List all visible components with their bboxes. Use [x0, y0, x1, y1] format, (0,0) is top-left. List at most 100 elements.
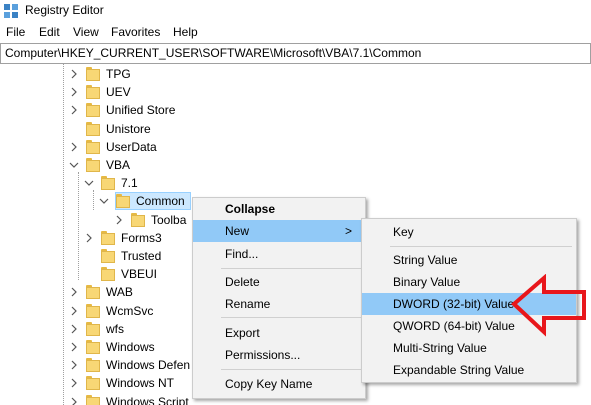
tree-node-label: Windows NT	[106, 376, 175, 391]
chevron-right-icon[interactable]	[69, 359, 79, 371]
tree-node-label: VBA	[106, 158, 131, 172]
submenu-item-string-value[interactable]: String Value	[362, 249, 576, 271]
menu-item-new[interactable]: New >	[193, 220, 365, 242]
tree-node-label: Unistore	[106, 121, 151, 136]
dword-value-label: DWORD (32-bit) Value	[393, 297, 515, 311]
delete-label: Delete	[225, 275, 260, 289]
submenu-item-expandable-string-value[interactable]: Expandable String Value	[362, 359, 576, 381]
multi-string-value-label: Multi-String Value	[393, 341, 487, 355]
chevron-right-icon[interactable]	[69, 104, 79, 116]
chevron-right-icon[interactable]	[69, 377, 79, 389]
chevron-right-icon[interactable]	[114, 214, 124, 226]
folder-icon	[101, 230, 115, 245]
chevron-right-icon[interactable]	[84, 232, 94, 244]
tree-node[interactable]: UEV	[0, 83, 591, 101]
menu-item-delete[interactable]: Delete	[193, 271, 365, 293]
tree-node[interactable]: TPG	[0, 65, 591, 83]
folder-icon	[86, 303, 100, 318]
folder-icon	[86, 85, 100, 100]
context-menu: Collapse New > Find... Delete Rename Exp…	[192, 197, 366, 399]
folder-icon	[86, 340, 100, 354]
menu-file[interactable]: File	[6, 25, 25, 39]
menu-favorites[interactable]: Favorites	[111, 25, 160, 39]
menu-item-find[interactable]: Find...	[193, 243, 365, 265]
tree-node-label: UEV	[106, 85, 131, 100]
submenu-arrow-icon: >	[345, 224, 353, 238]
address-path: Computer\HKEY_CURRENT_USER\SOFTWARE\Micr…	[5, 46, 422, 60]
tree-node-label: 7.1	[121, 176, 138, 191]
menu-help[interactable]: Help	[173, 25, 198, 39]
tree-node[interactable]: VBA	[0, 156, 591, 174]
string-value-label: String Value	[393, 253, 458, 267]
chevron-down-icon[interactable]	[69, 159, 79, 171]
folder-icon	[86, 67, 100, 81]
menu-item-collapse[interactable]: Collapse	[193, 198, 365, 220]
menu-view[interactable]: View	[73, 25, 99, 39]
tree-node-label: WAB	[106, 285, 133, 300]
tree-node-label: Trusted	[121, 249, 162, 263]
folder-icon	[86, 158, 100, 172]
chevron-right-icon[interactable]	[69, 341, 79, 353]
permissions-label: Permissions...	[225, 348, 301, 362]
tree-node-label: Unified Store	[106, 103, 176, 118]
key-label: Key	[393, 225, 414, 239]
menu-item-permissions[interactable]: Permissions...	[193, 344, 365, 366]
tree-node-label: Windows	[106, 340, 155, 354]
menu-edit[interactable]: Edit	[39, 25, 60, 39]
tree-node-label: Windows Defen	[106, 358, 191, 373]
menu-separator	[390, 246, 572, 247]
folder-icon	[86, 103, 100, 118]
folder-icon	[86, 321, 100, 336]
menu-item-export[interactable]: Export	[193, 322, 365, 344]
chevron-right-icon[interactable]	[69, 286, 79, 298]
binary-value-label: Binary Value	[393, 275, 461, 289]
window-title: Registry Editor	[25, 3, 104, 17]
tree-node[interactable]: Unistore	[0, 120, 591, 138]
chevron-right-icon[interactable]	[69, 68, 79, 80]
collapse-label: Collapse	[225, 202, 276, 216]
folder-icon	[86, 121, 100, 136]
chevron-right-icon[interactable]	[69, 323, 79, 335]
tree-node-label: VBEUI	[121, 267, 158, 282]
tree-node-label: Toolba	[151, 212, 187, 227]
submenu-item-key[interactable]: Key	[362, 221, 576, 243]
folder-icon	[86, 285, 100, 300]
submenu-item-multi-string-value[interactable]: Multi-String Value	[362, 337, 576, 359]
chevron-down-icon[interactable]	[84, 177, 94, 189]
address-bar[interactable]: Computer\HKEY_CURRENT_USER\SOFTWARE\Micr…	[0, 43, 591, 64]
chevron-right-icon[interactable]	[69, 141, 79, 153]
tree-node-label: Forms3	[121, 230, 162, 245]
find-label: Find...	[225, 247, 259, 261]
export-label: Export	[225, 326, 260, 340]
tree-node-label: Common	[136, 194, 185, 209]
title-bar: Registry Editor	[0, 0, 591, 22]
registry-editor-icon	[4, 4, 18, 18]
chevron-right-icon[interactable]	[69, 305, 79, 317]
menu-separator	[221, 317, 361, 318]
chevron-right-icon[interactable]	[69, 396, 79, 405]
folder-icon	[86, 139, 100, 154]
tree-node-label: TPG	[106, 67, 131, 81]
tree-node-label: wfs	[106, 321, 124, 336]
tree-node[interactable]: 7.1	[0, 174, 591, 192]
menu-item-rename[interactable]: Rename	[193, 293, 365, 315]
rename-label: Rename	[225, 297, 271, 311]
folder-icon	[86, 358, 100, 373]
folder-icon	[101, 249, 115, 263]
menu-separator	[221, 369, 361, 370]
folder-icon	[101, 176, 115, 191]
menu-separator	[221, 268, 361, 269]
tree-node-label: UserData	[106, 139, 157, 154]
expandable-string-value-label: Expandable String Value	[393, 363, 525, 377]
qword-value-label: QWORD (64-bit) Value	[393, 319, 515, 333]
tree-node-label: WcmSvc	[106, 303, 154, 318]
new-label: New	[225, 224, 250, 238]
menu-item-copy-key-name[interactable]: Copy Key Name	[193, 373, 365, 395]
annotation-arrow-icon	[511, 274, 586, 337]
chevron-right-icon[interactable]	[69, 86, 79, 98]
tree-node-label: Windows Script	[106, 394, 189, 405]
tree-node[interactable]: Unified Store	[0, 101, 591, 119]
chevron-down-icon[interactable]	[99, 195, 109, 207]
tree-node[interactable]: UserData	[0, 138, 591, 156]
copy-key-name-label: Copy Key Name	[225, 377, 313, 391]
